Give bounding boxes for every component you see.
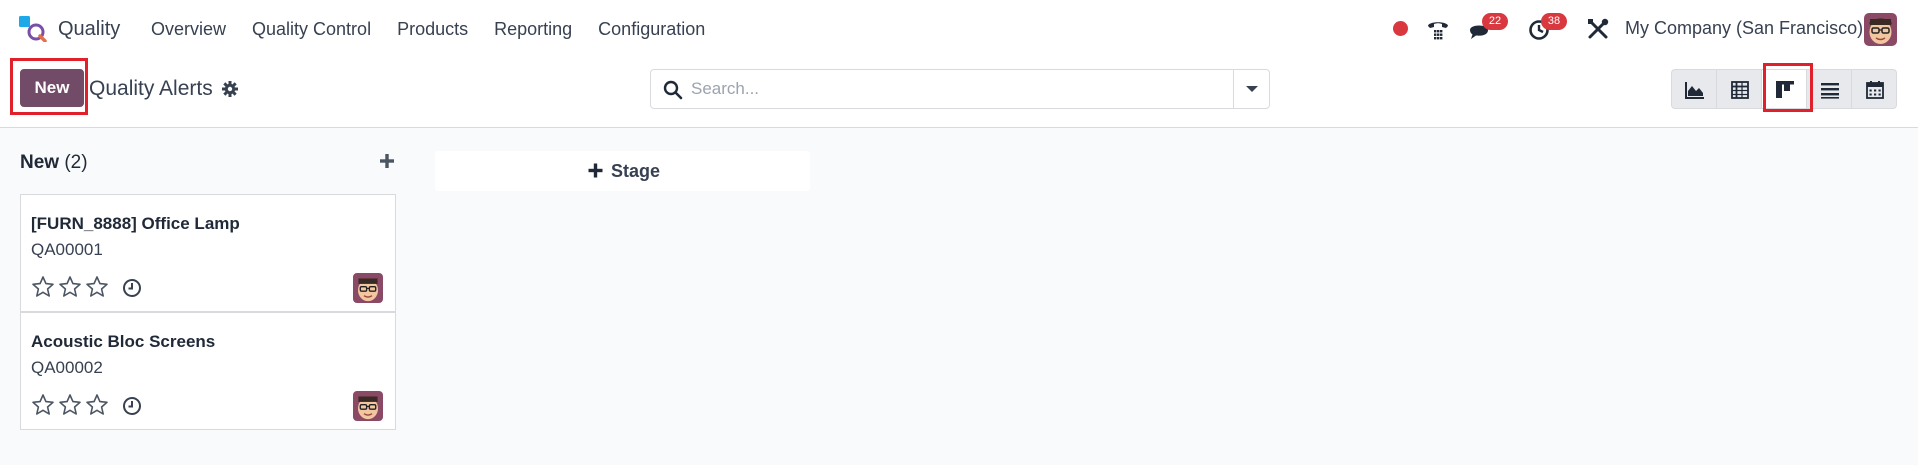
- pivot-view-icon: [1731, 81, 1749, 99]
- search-options-toggle[interactable]: [1233, 70, 1269, 108]
- priority-stars: [31, 393, 112, 417]
- priority-stars: [31, 275, 112, 299]
- kanban-card[interactable]: Acoustic Bloc Screens QA00002: [20, 312, 396, 430]
- search-bar: [650, 69, 1270, 109]
- quick-create-plus-icon[interactable]: [378, 152, 396, 170]
- menu-reporting[interactable]: Reporting: [481, 19, 585, 40]
- card-reference: QA00002: [31, 358, 103, 377]
- assignee-avatar[interactable]: [353, 273, 383, 303]
- plus-icon: [588, 163, 603, 178]
- control-panel: New Quality Alerts: [0, 58, 1918, 128]
- caret-down-icon: [1246, 86, 1258, 92]
- calendar-view-button[interactable]: [1851, 69, 1897, 109]
- list-view-icon: [1821, 83, 1839, 99]
- column-title[interactable]: New (2): [20, 152, 88, 174]
- quality-app-icon[interactable]: [19, 16, 47, 42]
- user-avatar[interactable]: [1864, 13, 1897, 46]
- menu-products[interactable]: Products: [384, 19, 481, 40]
- pivot-view-button[interactable]: [1716, 69, 1762, 109]
- menu-quality-control[interactable]: Quality Control: [239, 19, 384, 40]
- recording-indicator-icon[interactable]: [1393, 21, 1408, 36]
- search-icon: [663, 80, 683, 100]
- messages-badge: 22: [1482, 13, 1508, 30]
- star-icon[interactable]: [31, 275, 55, 299]
- add-stage-button[interactable]: Stage: [435, 151, 810, 191]
- assignee-avatar[interactable]: [353, 391, 383, 421]
- activities-badge: 38: [1541, 13, 1567, 30]
- star-icon[interactable]: [58, 275, 82, 299]
- star-icon[interactable]: [58, 393, 82, 417]
- page-title[interactable]: Quality Alerts: [89, 77, 213, 101]
- star-icon[interactable]: [31, 393, 55, 417]
- star-icon[interactable]: [85, 275, 109, 299]
- column-name: New: [20, 152, 60, 173]
- new-button[interactable]: New: [20, 69, 84, 107]
- graph-view-button[interactable]: [1671, 69, 1717, 109]
- column-count: (2): [64, 152, 88, 173]
- card-reference: QA00001: [31, 240, 103, 259]
- activity-clock-icon[interactable]: [122, 278, 142, 298]
- gear-icon[interactable]: [221, 80, 239, 98]
- highlight-frame-kanban-view: [1763, 63, 1813, 112]
- star-icon[interactable]: [85, 393, 109, 417]
- graph-view-icon: [1685, 82, 1704, 99]
- main-menu: Overview Quality Control Products Report…: [138, 0, 718, 58]
- add-stage-label: Stage: [611, 161, 661, 181]
- menu-configuration[interactable]: Configuration: [585, 19, 718, 40]
- search-input[interactable]: [691, 70, 1231, 108]
- kanban-card[interactable]: [FURN_8888] Office Lamp QA00001: [20, 194, 396, 312]
- app-name[interactable]: Quality: [58, 18, 120, 41]
- card-title: Acoustic Bloc Screens: [31, 332, 216, 351]
- activity-clock-icon[interactable]: [122, 396, 142, 416]
- company-switcher[interactable]: My Company (San Francisco): [1625, 18, 1863, 39]
- phone-icon[interactable]: [1425, 16, 1451, 42]
- debug-tools-icon[interactable]: [1585, 16, 1611, 42]
- calendar-view-icon: [1866, 81, 1884, 99]
- card-title: [FURN_8888] Office Lamp: [31, 214, 240, 233]
- top-navbar: Quality Overview Quality Control Product…: [0, 0, 1918, 58]
- menu-overview[interactable]: Overview: [138, 19, 239, 40]
